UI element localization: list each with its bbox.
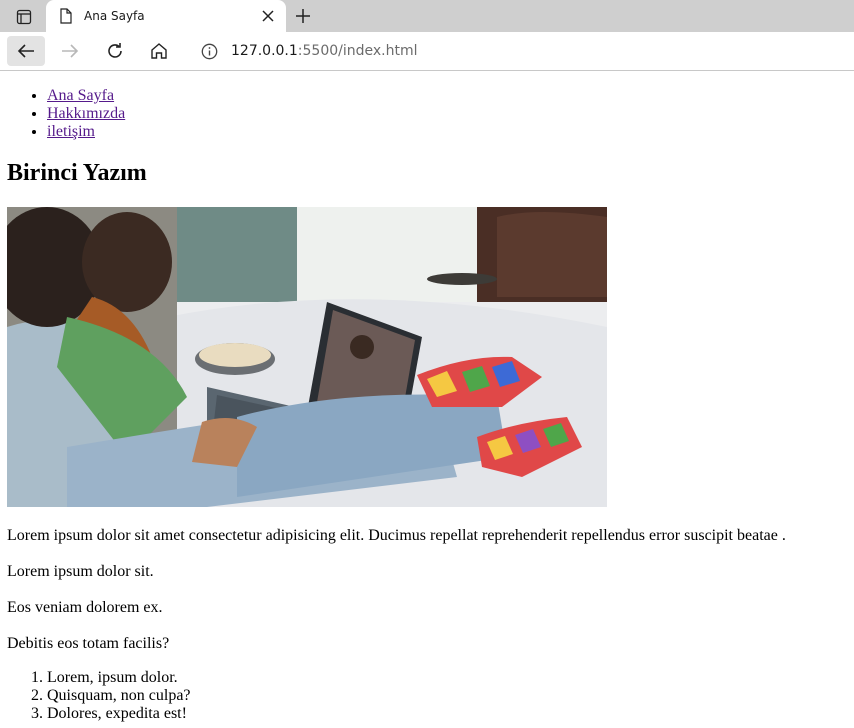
arrow-left-icon[interactable] (7, 36, 45, 66)
nav-item-home: Ana Sayfa (47, 87, 854, 105)
nav-item-about: Hakkımızda (47, 105, 854, 123)
nav-link-home[interactable]: Ana Sayfa (47, 87, 114, 104)
tab-strip: Ana Sayfa (0, 0, 854, 32)
arrow-right-icon[interactable] (51, 36, 89, 66)
close-icon[interactable] (258, 6, 278, 26)
tab-actions-icon[interactable] (8, 6, 40, 28)
post-paragraph: Eos veniam dolorem ex. (7, 599, 163, 616)
url-text: 127.0.0.1:5500/index.html (231, 43, 418, 59)
nav-link-about[interactable]: Hakkımızda (47, 105, 125, 122)
home-icon[interactable] (140, 36, 178, 66)
list-item: Dolores, expedita est! (47, 705, 854, 723)
post-paragraph: Lorem ipsum dolor sit amet consectetur a… (7, 527, 786, 544)
browser-toolbar: 127.0.0.1:5500/index.html (0, 32, 854, 71)
site-nav: Ana Sayfa Hakkımızda iletişim (0, 87, 854, 141)
info-icon[interactable] (200, 42, 218, 60)
post-title: Birinci Yazım (7, 160, 147, 186)
url-path: :5500/index.html (297, 43, 418, 59)
list-item: Quisquam, non culpa? (47, 687, 854, 705)
tab-title: Ana Sayfa (84, 9, 145, 23)
ordered-list: Lorem, ipsum dolor. Quisquam, non culpa?… (0, 669, 854, 723)
post-paragraph: Lorem ipsum dolor sit. (7, 563, 154, 580)
address-bar[interactable]: 127.0.0.1:5500/index.html (188, 36, 854, 66)
active-tab[interactable]: Ana Sayfa (46, 0, 286, 32)
page-icon (58, 8, 74, 24)
page-content: Ana Sayfa Hakkımızda iletişim Birinci Ya… (0, 71, 854, 728)
nav-item-contact: iletişim (47, 123, 854, 141)
nav-link-contact[interactable]: iletişim (47, 123, 95, 140)
url-host: 127.0.0.1 (231, 43, 298, 59)
reload-icon[interactable] (96, 36, 134, 66)
post-image (7, 207, 607, 507)
plus-icon[interactable] (292, 5, 314, 27)
list-item: Lorem, ipsum dolor. (47, 669, 854, 687)
post-paragraph: Debitis eos totam facilis? (7, 635, 170, 652)
